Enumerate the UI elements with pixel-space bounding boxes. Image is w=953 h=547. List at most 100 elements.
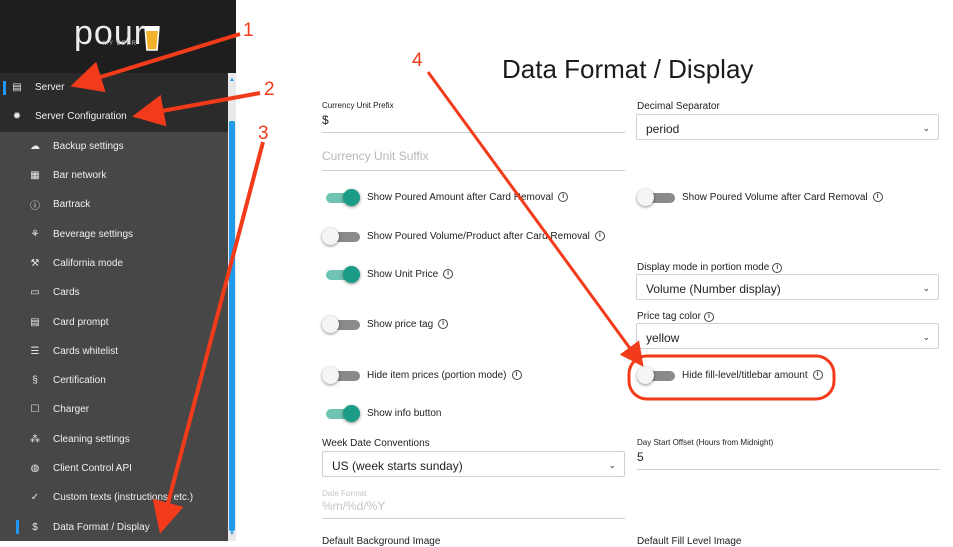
toggle-label: Show price tag xyxy=(367,318,434,330)
square-icon: ☐ xyxy=(30,404,40,416)
sidebar-item-certification[interactable]: § Certification xyxy=(0,366,228,395)
sidebar-item-bar-network[interactable]: ▦ Bar network xyxy=(0,161,228,190)
display-mode-label-wrap: Display mode in portion mode i xyxy=(637,262,783,273)
sidebar-item-server[interactable]: ▤ Server xyxy=(0,73,228,103)
sidebar-item-charger[interactable]: ☐ Charger xyxy=(0,395,228,424)
sidebar-scrollbar[interactable]: ▲ ▼ xyxy=(228,73,236,541)
display-mode-select[interactable]: Volume (Number display) ⌄ xyxy=(636,274,939,300)
gear-icon: ✹ xyxy=(12,111,22,123)
field-label: Week Date Conventions xyxy=(322,438,430,449)
week-date-select[interactable]: US (week starts sunday) ⌄ xyxy=(322,451,625,477)
scroll-up-arrow-icon[interactable]: ▲ xyxy=(229,77,235,83)
sidebar-item-backup-settings[interactable]: ☁ Backup settings xyxy=(0,132,228,161)
sidebar-item-california-mode[interactable]: ⚒ California mode xyxy=(0,249,228,278)
price-tag-color-select[interactable]: yellow ⌄ xyxy=(636,323,939,349)
sidebar-item-cleaning-settings[interactable]: ⁂ Cleaning settings xyxy=(0,425,228,454)
message-icon: ▤ xyxy=(30,316,40,328)
currency-suffix-input[interactable]: Currency Unit Suffix xyxy=(322,149,625,171)
toggle-label: Show Poured Amount after Card Removal xyxy=(367,191,554,203)
network-icon: ▦ xyxy=(30,170,40,182)
sidebar-item-client-control-api[interactable]: ◍ Client Control API xyxy=(0,454,228,483)
toggle-switch[interactable] xyxy=(322,367,360,384)
sidebar-item-cards[interactable]: ▭ Cards xyxy=(0,278,228,307)
toggle-switch[interactable] xyxy=(322,316,360,333)
main-content: Data Format / Display Currency Unit Pref… xyxy=(236,0,953,547)
field-label: Price tag color xyxy=(637,311,701,322)
sidebar-item-label: Server Configuration xyxy=(35,111,127,123)
toggle-hide-item-prices[interactable]: Hide item prices (portion mode) i xyxy=(322,367,522,384)
toggle-show-unit-price[interactable]: Show Unit Price i xyxy=(322,266,454,283)
toggle-label: Show Unit Price xyxy=(367,268,439,280)
select-value: yellow xyxy=(646,331,680,345)
page-title: Data Format / Display xyxy=(502,54,754,84)
scroll-thumb[interactable] xyxy=(229,121,235,531)
info-icon[interactable]: i xyxy=(872,192,883,202)
sidebar-item-data-format-display[interactable]: $ Data Format / Display xyxy=(0,512,228,541)
toggle-show-poured-amount[interactable]: Show Poured Amount after Card Removal i xyxy=(322,189,569,206)
toggle-switch[interactable] xyxy=(637,189,675,206)
beverage-icon: ⚘ xyxy=(30,228,40,240)
sidebar: pour MY BEER ▤ Server ✹ Server Configura… xyxy=(0,0,236,541)
info-icon[interactable]: i xyxy=(511,370,522,380)
info-icon[interactable]: i xyxy=(558,192,569,202)
cloud-upload-icon: ☁ xyxy=(30,140,40,152)
toggle-hide-fill-level[interactable]: Hide fill-level/titlebar amount i xyxy=(637,367,823,384)
field-label: Currency Unit Prefix xyxy=(322,101,394,110)
toggle-label: Hide fill-level/titlebar amount xyxy=(682,369,808,381)
field-value: 5 xyxy=(637,450,644,464)
toggle-switch[interactable] xyxy=(322,405,360,422)
server-icon: ▤ xyxy=(12,82,22,94)
sidebar-item-server-configuration[interactable]: ✹ Server Configuration xyxy=(0,102,228,132)
toggle-switch[interactable] xyxy=(322,228,360,245)
info-icon[interactable]: i xyxy=(812,370,823,380)
sidebar-item-label: Certification xyxy=(53,375,106,387)
toggle-show-poured-volume[interactable]: Show Poured Volume after Card Removal i xyxy=(637,189,883,206)
toggle-show-info-button[interactable]: Show info button xyxy=(322,405,442,422)
toggle-show-price-tag[interactable]: Show price tag i xyxy=(322,316,449,333)
sidebar-item-label: Cards whitelist xyxy=(53,345,119,357)
sidebar-item-label: Backup settings xyxy=(53,140,124,152)
sidebar-item-label: Cleaning settings xyxy=(53,433,130,445)
sidebar-item-label: Beverage settings xyxy=(53,228,134,240)
info-icon[interactable]: i xyxy=(594,231,605,241)
chevron-down-icon: ⌄ xyxy=(922,283,930,293)
default-fill-image-label: Default Fill Level Image xyxy=(637,536,742,547)
annotation-number-4: 4 xyxy=(412,50,423,71)
sidebar-item-bartrack[interactable]: ⓘ Bartrack xyxy=(0,190,228,219)
scroll-down-arrow-icon[interactable]: ▼ xyxy=(229,531,235,537)
toggle-show-poured-volume-product[interactable]: Show Poured Volume/Product after Card Re… xyxy=(322,228,605,245)
toggle-label: Hide item prices (portion mode) xyxy=(367,369,507,381)
sidebar-item-label: Server xyxy=(35,82,65,94)
list-icon: ☰ xyxy=(30,345,40,357)
sidebar-item-custom-texts[interactable]: ✓ Custom texts (instructions, etc.) xyxy=(0,483,228,512)
toggle-switch[interactable] xyxy=(637,367,675,384)
annotation-number-2: 2 xyxy=(264,79,275,100)
decimal-separator-label-wrap: Decimal Separator xyxy=(637,101,720,112)
toggle-switch[interactable] xyxy=(322,266,360,283)
info-icon[interactable]: i xyxy=(438,319,449,329)
currency-prefix-field[interactable]: Currency Unit Prefix $ xyxy=(322,101,625,133)
sidebar-item-cards-whitelist[interactable]: ☰ Cards whitelist xyxy=(0,337,228,366)
info-icon[interactable]: i xyxy=(772,262,783,273)
field-label: Day Start Offset (Hours from Midnight) xyxy=(637,438,774,447)
chevron-down-icon: ⌄ xyxy=(608,460,616,470)
info-icon[interactable]: i xyxy=(703,311,714,322)
sidebar-item-label: California mode xyxy=(53,257,124,269)
day-start-offset-field[interactable]: Day Start Offset (Hours from Midnight) 5 xyxy=(637,438,940,470)
annotation-number-1: 1 xyxy=(243,20,254,41)
sidebar-item-label: Client Control API xyxy=(53,463,132,474)
decimal-separator-select[interactable]: period ⌄ xyxy=(636,114,939,140)
field-label: Display mode in portion mode xyxy=(637,262,770,273)
toggle-label: Show Poured Volume after Card Removal xyxy=(682,191,868,203)
sidebar-item-label: Bartrack xyxy=(53,199,91,211)
beer-glass-icon xyxy=(144,26,160,51)
sidebar-item-label: Charger xyxy=(53,404,90,416)
logo: pour xyxy=(74,14,147,52)
sidebar-item-card-prompt[interactable]: ▤ Card prompt xyxy=(0,307,228,336)
select-value: US (week starts sunday) xyxy=(332,459,463,473)
info-icon[interactable]: i xyxy=(443,269,454,279)
sidebar-item-beverage-settings[interactable]: ⚘ Beverage settings xyxy=(0,219,228,248)
logo-area: pour MY BEER xyxy=(0,0,236,73)
toggle-switch[interactable] xyxy=(322,189,360,206)
date-format-input[interactable]: %m/%d/%Y xyxy=(322,499,625,519)
